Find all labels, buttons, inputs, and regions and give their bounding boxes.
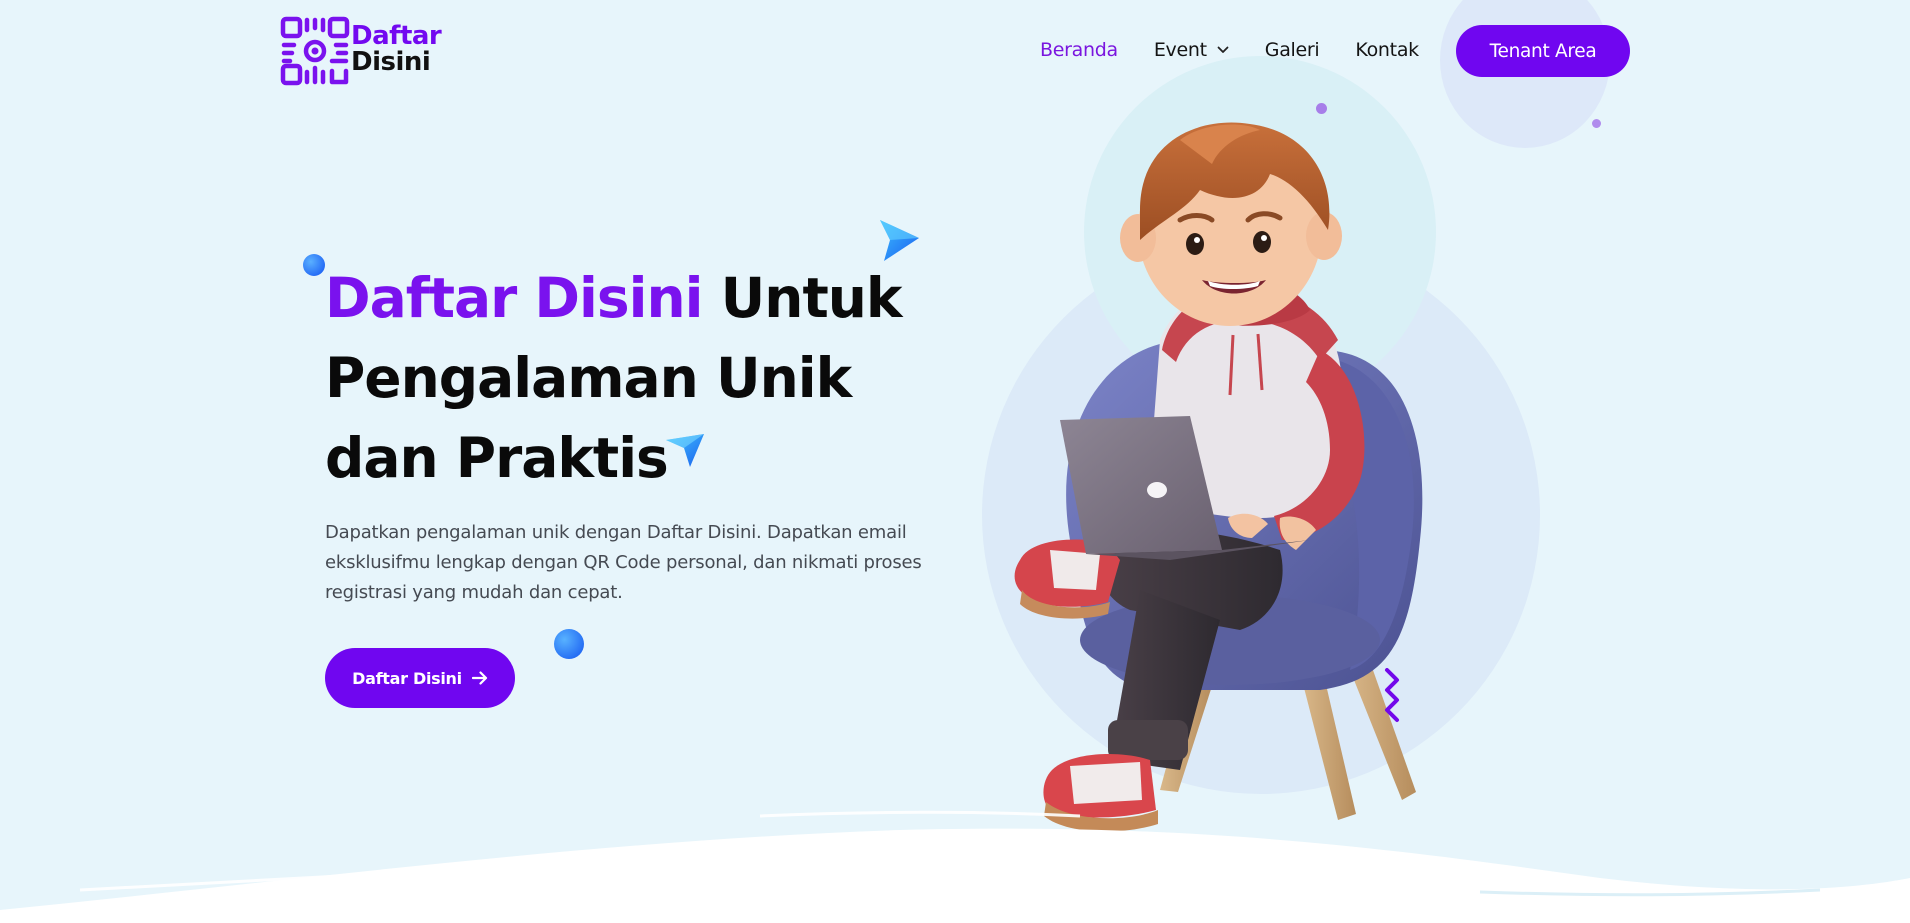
bottom-wave [0, 810, 1910, 923]
hero-description-line: Dapatkan pengalaman unik dengan Daftar D… [325, 522, 907, 543]
nav-item-kontak[interactable]: Kontak [1355, 39, 1419, 61]
decor-dot-purple [1316, 103, 1327, 114]
hero-description: Dapatkan pengalaman unik dengan Daftar D… [325, 518, 965, 608]
daftar-disini-button[interactable]: Daftar Disini [325, 648, 515, 708]
hero-illustration [1014, 122, 1423, 832]
hero-title: Daftar Disini Untuk Pengalaman Unik dan … [325, 258, 965, 498]
qr-code-icon [280, 16, 350, 86]
brand-name: Daftar Disini [351, 21, 442, 77]
nav-item-label: Kontak [1355, 39, 1419, 61]
paper-plane-icon [880, 220, 919, 261]
hero-description-line: eksklusifmu lengkap dengan QR Code perso… [325, 552, 922, 573]
nav-item-beranda[interactable]: Beranda [1040, 39, 1118, 61]
arrow-right-icon [471, 671, 487, 685]
decor-dot-purple [1592, 119, 1601, 128]
decor-dot-blue [554, 629, 584, 659]
site-header: Daftar Disini Beranda Event Galeri Konta… [0, 0, 1910, 100]
decor-zigzag [1385, 668, 1399, 722]
nav-item-galeri[interactable]: Galeri [1265, 39, 1320, 61]
nav-item-label: Event [1153, 39, 1207, 61]
hero-title-line1: Daftar Disini Untuk [325, 258, 965, 338]
brand-name-line1: Daftar [351, 21, 442, 51]
hero-title-rest: Untuk [702, 266, 903, 330]
decor-dot-blue [303, 254, 325, 276]
nav-item-event[interactable]: Event [1154, 39, 1229, 61]
hero-title-line3: dan Praktis [325, 426, 669, 490]
nav-item-label: Beranda [1040, 39, 1118, 61]
landing-page: Daftar Disini Beranda Event Galeri Konta… [0, 0, 1910, 923]
hero-description-line: registrasi yang mudah dan cepat. [325, 582, 623, 603]
daftar-disini-label: Daftar Disini [352, 668, 462, 688]
nav-item-label: Galeri [1264, 39, 1320, 61]
brand-name-line2: Disini [351, 47, 431, 77]
chevron-down-icon [1217, 46, 1229, 53]
brand-logo[interactable]: Daftar Disini [280, 16, 442, 86]
hero-title-line2: Pengalaman Unik [325, 346, 852, 410]
tenant-area-button[interactable]: Tenant Area [1456, 25, 1630, 77]
main-nav: Beranda Event Galeri Kontak [1040, 24, 1455, 76]
hero-title-accent: Daftar Disini [325, 266, 703, 330]
